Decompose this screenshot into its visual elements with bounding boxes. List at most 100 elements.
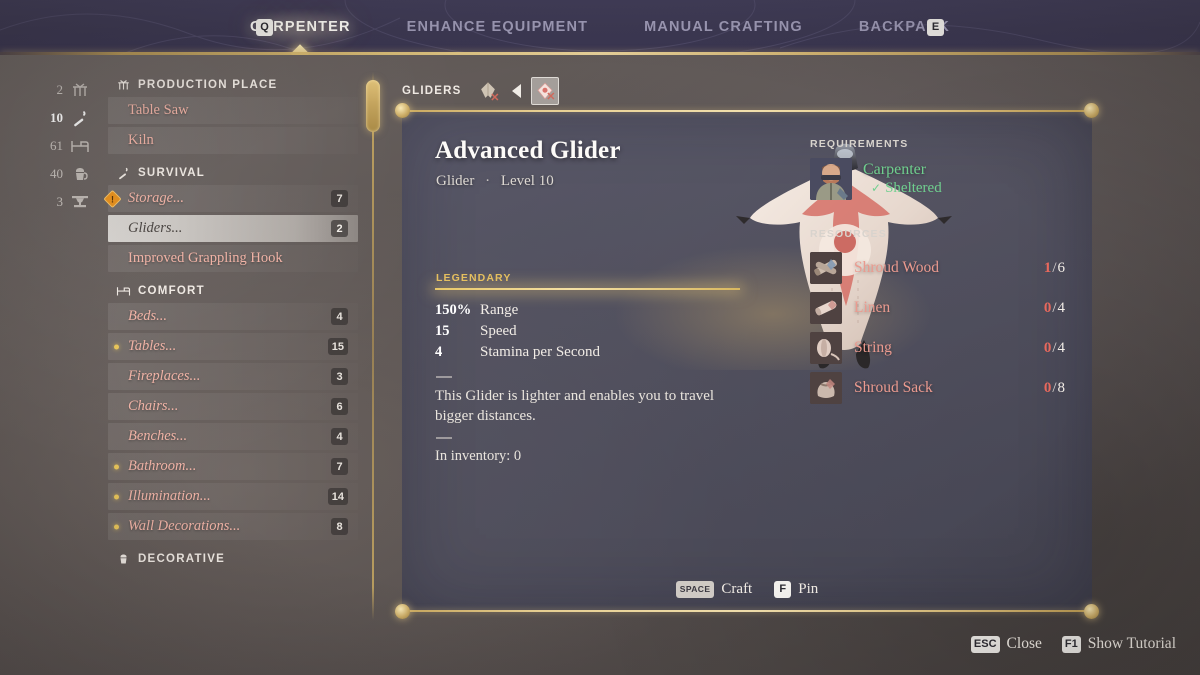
sidebar-item-chairs[interactable]: Chairs... 6 <box>108 393 358 420</box>
pin-action[interactable]: F Pin <box>774 581 818 598</box>
new-indicator-icon <box>114 464 119 469</box>
string-icon <box>810 332 842 364</box>
stat-counter-rail: 2 10 61 40 3 <box>30 80 90 212</box>
show-tutorial-action[interactable]: F1 Show Tutorial <box>1061 635 1176 653</box>
breadcrumb: GLIDERS ✕ ✕ <box>402 72 1092 110</box>
resource-row-linen: Linen 0/4 <box>810 288 1065 328</box>
category-header-survival: SURVIVAL <box>116 166 358 180</box>
header-gold-rule <box>0 52 1200 55</box>
item-detail-panel: Advanced Glider Glider · Level 10 LEGEND… <box>395 103 1099 619</box>
tab-carpenter[interactable]: CARPENTER <box>222 0 379 55</box>
category-title: PRODUCTION PLACE <box>138 79 278 91</box>
sidebar-item-improved-grappling-hook[interactable]: Improved Grappling Hook <box>108 245 358 272</box>
counter-row: 61 <box>30 136 90 156</box>
top-header: CARPENTER ENHANCE EQUIPMENT MANUAL CRAFT… <box>0 0 1200 55</box>
resource-row-shroud-sack: Shroud Sack 0/8 <box>810 368 1065 408</box>
sidebar-item-tables[interactable]: Tables... 15 <box>108 333 358 360</box>
resource-name: Shroud Wood <box>854 259 940 276</box>
resource-have: 0 <box>1043 379 1052 396</box>
sidebar-item-storage[interactable]: ! Storage... 7 <box>103 185 358 212</box>
requirement-condition: ✓ Sheltered <box>863 180 942 197</box>
close-action[interactable]: ESC Close <box>970 635 1042 653</box>
decor-icon <box>120 554 127 564</box>
sidebar-divider <box>372 72 374 620</box>
stat-label: Range <box>480 302 519 318</box>
sidebar-item-gliders[interactable]: Gliders... 2 <box>108 215 358 242</box>
counter-value: 3 <box>56 194 64 209</box>
category-title: DECORATIVE <box>138 553 226 565</box>
workbench-icon <box>118 80 129 90</box>
close-label: Close <box>1006 635 1042 652</box>
tab-enhance-equipment[interactable]: ENHANCE EQUIPMENT <box>379 0 616 55</box>
stat-value: 4 <box>435 344 443 360</box>
corner-node-icon <box>1084 103 1099 118</box>
category-title: SURVIVAL <box>138 167 206 179</box>
counter-row: 40 <box>30 164 90 184</box>
counter-value: 2 <box>56 82 64 97</box>
sidebar-item-bathroom[interactable]: Bathroom... 7 <box>108 453 358 480</box>
sidebar-item-label: Chairs... <box>128 398 179 414</box>
sidebar-item-label: Wall Decorations... <box>128 518 241 534</box>
next-tab-key-badge[interactable]: E <box>927 19 944 36</box>
category-sidebar[interactable]: PRODUCTION PLACE Table Saw Kiln SURVIVAL… <box>103 78 358 623</box>
sidebar-item-illumination[interactable]: Illumination... 14 <box>108 483 358 510</box>
requirement-text: Carpenter ✓ Sheltered <box>863 161 942 197</box>
resource-name: Linen <box>854 299 891 316</box>
breadcrumb-arrow-icon <box>511 84 521 98</box>
sidebar-item-benches[interactable]: Benches... 4 <box>108 423 358 450</box>
unavailable-icon: ✕ <box>546 91 556 103</box>
resource-amount: 0/8 <box>1043 379 1065 396</box>
category-header-production-place: PRODUCTION PLACE <box>116 78 358 92</box>
craft-label: Craft <box>721 581 753 597</box>
resources-list: Shroud Wood 1/6 Linen 0/4 String 0/4 Shr… <box>810 248 1065 408</box>
shroud-sack-icon <box>810 372 842 404</box>
sidebar-scrollbar-thumb[interactable] <box>366 80 380 132</box>
breadcrumb-item-advanced-glider[interactable]: ✕ <box>530 77 559 105</box>
sidebar-item-label: Tables... <box>128 338 177 354</box>
stat-row: 4 Stamina per Second <box>435 344 755 365</box>
sidebar-item-table-saw[interactable]: Table Saw <box>108 97 358 124</box>
requirements-heading: REQUIREMENTS <box>810 138 909 150</box>
panel-action-bar: SPACE Craft F Pin <box>402 581 1092 598</box>
sidebar-item-count: 8 <box>331 518 348 535</box>
shroud-wood-icon <box>810 252 842 284</box>
bed-icon <box>116 287 131 296</box>
sidebar-item-count: 7 <box>331 458 348 475</box>
tab-manual-crafting-label: MANUAL CRAFTING <box>644 19 803 35</box>
footer-action-bar: ESC Close F1 Show Tutorial <box>970 635 1176 653</box>
counter-value: 40 <box>50 166 63 181</box>
corner-node-icon <box>395 604 410 619</box>
new-indicator-icon <box>114 494 119 499</box>
breadcrumb-item-basic-glider[interactable]: ✕ <box>474 77 502 105</box>
resource-need: 4 <box>1057 339 1066 356</box>
category-header-decorative: DECORATIVE <box>116 552 358 566</box>
corner-node-icon <box>1084 604 1099 619</box>
tab-manual-crafting[interactable]: MANUAL CRAFTING <box>616 0 831 55</box>
table-icon <box>72 196 88 208</box>
header-tabs: CARPENTER ENHANCE EQUIPMENT MANUAL CRAFT… <box>0 0 1200 55</box>
tutorial-key-badge: F1 <box>1061 635 1081 653</box>
sidebar-item-label: Improved Grappling Hook <box>128 250 283 266</box>
unavailable-icon: ✕ <box>490 92 500 104</box>
workbench-icon <box>73 83 87 96</box>
stat-label: Stamina per Second <box>480 344 600 360</box>
stat-row: 150% Range <box>435 302 755 323</box>
stat-value: 15 <box>435 323 450 339</box>
rarity-label: LEGENDARY <box>436 272 512 284</box>
requirement-row: Carpenter ✓ Sheltered <box>810 158 1065 200</box>
show-tutorial-label: Show Tutorial <box>1087 635 1176 652</box>
sidebar-item-fireplaces[interactable]: Fireplaces... 3 <box>108 363 358 390</box>
sidebar-item-label: Fireplaces... <box>128 368 201 384</box>
resource-row-shroud-wood: Shroud Wood 1/6 <box>810 248 1065 288</box>
counter-value: 61 <box>50 138 63 153</box>
sidebar-item-label: Bathroom... <box>128 458 197 474</box>
sidebar-item-beds[interactable]: Beds... 4 <box>108 303 358 330</box>
sidebar-item-wall-decorations[interactable]: Wall Decorations... 8 <box>108 513 358 540</box>
prev-tab-key-badge[interactable]: Q <box>256 19 273 36</box>
craft-action[interactable]: SPACE Craft <box>675 581 753 598</box>
resource-have: 1 <box>1043 259 1052 276</box>
tab-backpack[interactable]: BACKPACK <box>831 0 978 55</box>
category-title: COMFORT <box>138 285 205 297</box>
sidebar-item-kiln[interactable]: Kiln <box>108 127 358 154</box>
resource-amount: 1/6 <box>1043 259 1065 276</box>
